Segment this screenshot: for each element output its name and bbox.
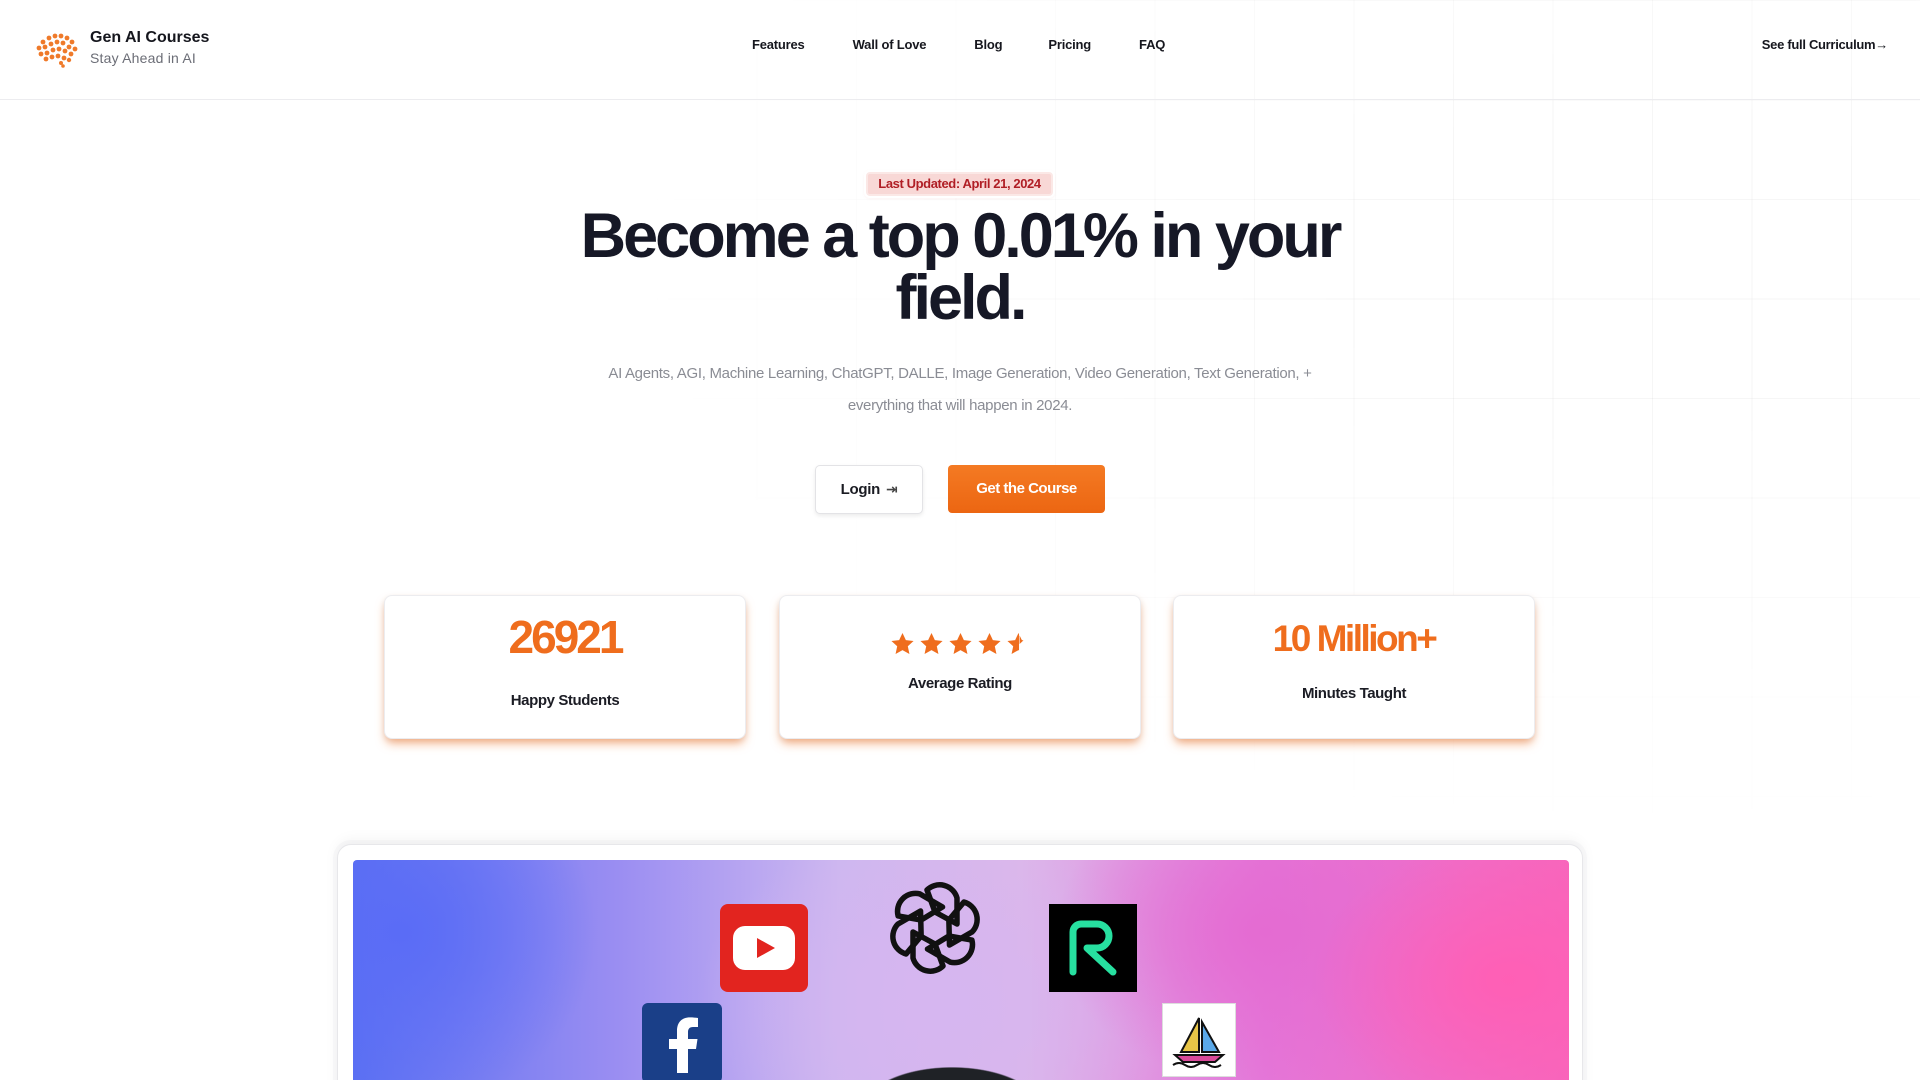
students-count: 26921 [508,611,625,663]
hero-subtext-line1: AI Agents, AGI, Machine Learning, ChatGP… [608,365,1312,382]
rating-label: Average Rating [908,675,1012,692]
youtube-icon [720,904,808,992]
midjourney-icon [1162,1003,1236,1077]
brain-icon [36,33,78,68]
hero-subtext: AI Agents, AGI, Machine Learning, ChatGP… [560,358,1360,422]
nav-item-blog[interactable]: Blog [974,37,1002,52]
rating-stars [780,631,1140,657]
arrow-right-icon: → [1875,37,1888,52]
star-icon [977,632,1001,654]
minutes-count: 10 Million+ [1272,618,1438,659]
nav-item-faq[interactable]: FAQ [1139,37,1165,52]
facebook-icon [642,1003,722,1080]
login-arrow-icon: ⇥ [885,481,898,497]
login-label: Login [840,481,881,498]
nav-item-features[interactable]: Features [752,37,805,52]
instructor-photo [827,1020,1077,1080]
login-button[interactable]: Login ⇥ [815,465,923,514]
star-icon [919,632,943,654]
top-navigation-bar: Gen AI Courses Stay Ahead in AI Features… [0,0,1920,100]
brand-name: Gen AI Courses [90,29,210,46]
hero-headline: Become a top 0.01% in your field. [560,205,1360,330]
hero-headline-line1: Become a top 0.01% in your [580,201,1343,271]
brand-tagline: Stay Ahead in AI [90,50,196,66]
hero-headline-line2: field. [895,263,1027,333]
runway-icon [1049,904,1137,992]
brand[interactable]: Gen AI Courses Stay Ahead in AI [33,28,209,68]
stat-card-minutes: 10 Million+ Minutes Taught [1173,595,1535,739]
main-nav: Features Wall of Love Blog Pricing FAQ [752,37,1165,52]
see-curriculum-link[interactable]: See full Curriculum→ [1762,37,1888,52]
minutes-label: Minutes Taught [1301,685,1407,702]
star-half-icon [1006,631,1032,657]
get-course-button[interactable]: Get the Course [948,465,1105,513]
students-label: Happy Students [510,692,620,709]
star-icon [890,632,914,654]
see-curriculum-label: See full Curriculum [1761,37,1876,52]
star-icon [948,632,972,654]
stat-card-rating: Average Rating [779,595,1141,739]
nav-item-wall-of-love[interactable]: Wall of Love [853,37,927,52]
stat-card-students: 26921 Happy Students [384,595,746,739]
openai-icon [884,877,986,979]
hero-subtext-line2: everything that will happen in 2024. [847,397,1073,414]
nav-item-pricing[interactable]: Pricing [1048,37,1091,52]
last-updated-badge: Last Updated: April 21, 2024 [866,172,1053,196]
